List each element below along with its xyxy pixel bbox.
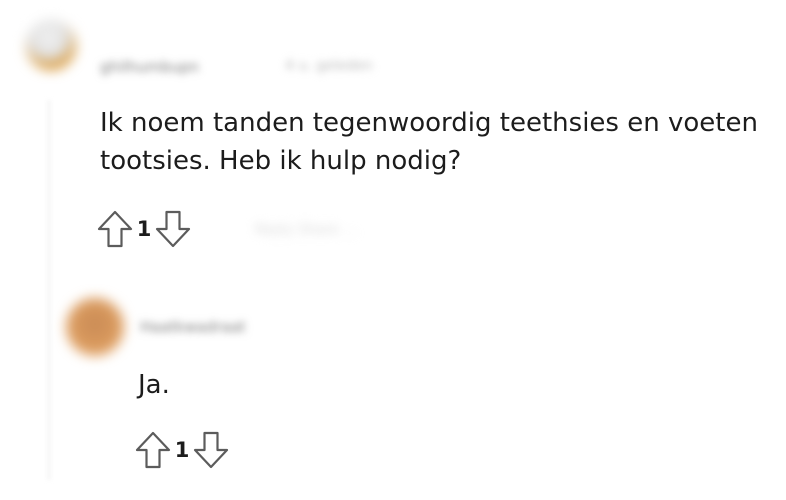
arrow-down-icon (193, 431, 229, 469)
vote-bar: 1 (134, 428, 230, 472)
comment-body-line2: tootsies. Heb ik hulp nodig? (100, 146, 462, 176)
avatar[interactable] (26, 20, 76, 70)
upvote-button[interactable] (134, 428, 172, 472)
comment-body-line1: Ik noem tanden tegenwoordig teethsies en… (100, 108, 758, 138)
arrow-up-icon (97, 210, 133, 248)
downvote-button[interactable] (154, 207, 192, 251)
vote-bar: 1 (96, 207, 192, 251)
vote-count: 1 (174, 438, 190, 462)
upvote-button[interactable] (96, 207, 134, 251)
downvote-button[interactable] (192, 428, 230, 472)
username[interactable]: ghilhumbupn (100, 58, 199, 76)
vote-count: 1 (136, 217, 152, 241)
comment-body-text: Ja. (138, 370, 170, 400)
comment-actions[interactable]: Reply Share ... (255, 222, 356, 238)
timestamp: 4 u. geleden (285, 58, 373, 74)
thread-line (48, 100, 50, 480)
arrow-up-icon (135, 431, 171, 469)
avatar[interactable] (66, 298, 124, 356)
arrow-down-icon (155, 210, 191, 248)
username[interactable]: Haatkwadraat (140, 318, 246, 336)
comment-body: Ik noem tanden tegenwoordig teethsies en… (100, 104, 758, 180)
comment-body: Ja. (138, 366, 170, 404)
